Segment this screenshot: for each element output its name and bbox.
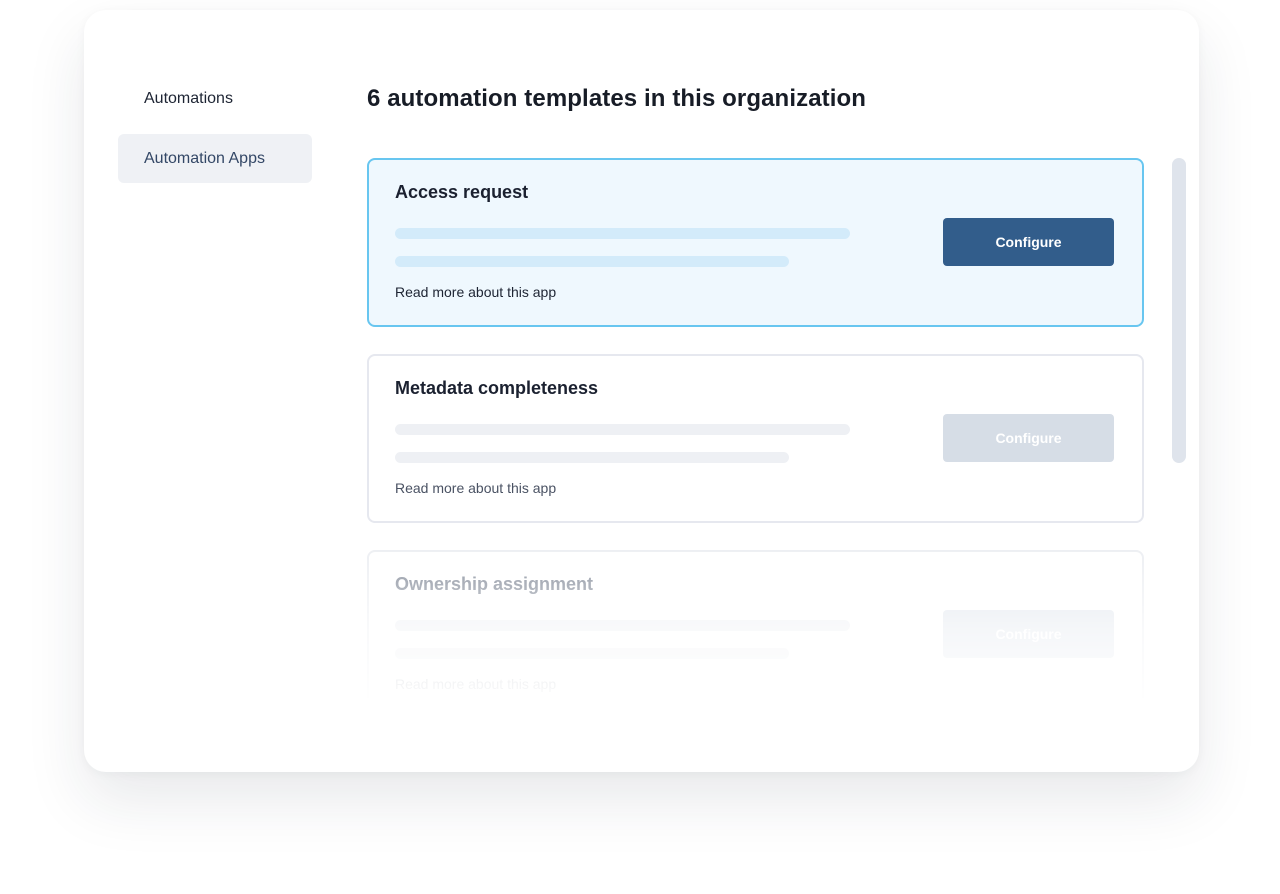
card-title: Metadata completeness <box>395 378 599 398</box>
card-title: Ownership assignment <box>395 574 594 594</box>
sidebar-item-automations[interactable]: Automations <box>118 74 312 123</box>
read-more-link[interactable]: Read more about this app <box>395 284 556 300</box>
description-placeholder-line <box>395 620 850 631</box>
app-window: Automations Automation Apps 6 automation… <box>84 10 1199 772</box>
template-card-ownership-assignment[interactable]: Ownership assignment Read more about thi… <box>367 550 1144 698</box>
description-placeholder-line <box>395 256 789 267</box>
page-title: 6 automation templates in this organizat… <box>367 85 867 112</box>
description-placeholder-line <box>395 452 789 463</box>
template-card-access-request[interactable]: Access request Read more about this app … <box>367 158 1144 327</box>
configure-button[interactable]: Configure <box>943 218 1114 266</box>
configure-button[interactable]: Configure <box>943 414 1114 462</box>
scrollbar-thumb[interactable] <box>1172 158 1186 463</box>
read-more-link[interactable]: Read more about this app <box>395 676 556 692</box>
configure-button[interactable]: Configure <box>943 610 1114 658</box>
template-card-metadata-completeness[interactable]: Metadata completeness Read more about th… <box>367 354 1144 523</box>
template-list: Access request Read more about this app … <box>367 158 1144 698</box>
card-title: Access request <box>395 182 529 202</box>
description-placeholder-line <box>395 228 850 239</box>
sidebar-item-automation-apps[interactable]: Automation Apps <box>118 134 312 183</box>
description-placeholder-line <box>395 424 850 435</box>
description-placeholder-line <box>395 648 789 659</box>
sidebar-item-label: Automation Apps <box>144 149 265 167</box>
sidebar-item-label: Automations <box>144 89 233 107</box>
read-more-link[interactable]: Read more about this app <box>395 480 556 496</box>
